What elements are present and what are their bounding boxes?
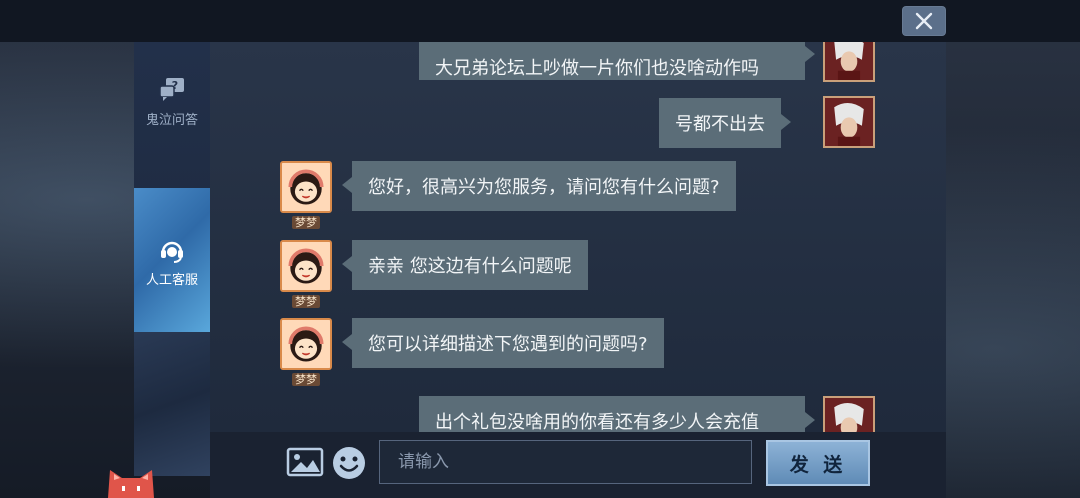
sidebar-item-qa[interactable]: ? 鬼泣问答 [134, 58, 210, 144]
send-button-label: 发 送 [789, 453, 847, 476]
message-input[interactable] [379, 440, 752, 484]
sidebar-item-label: 鬼泣问答 [145, 112, 198, 128]
message-bubble: 您好，很高兴为您服务，请问您有什么问题? [342, 161, 736, 211]
agent-name: 梦梦 [280, 293, 332, 309]
message-text: 您可以详细描述下您遇到的问题吗? [368, 334, 648, 355]
user-avatar [823, 396, 875, 432]
message-bubble: 号都不出去 [659, 98, 791, 148]
image-icon[interactable] [286, 445, 324, 479]
pet-cat-icon[interactable] [104, 466, 158, 498]
message-bubble: 您可以详细描述下您遇到的问题吗? [342, 318, 664, 368]
message-text: 号都不出去 [675, 114, 765, 135]
message-text: 亲亲 您这边有什么问题呢 [368, 256, 572, 277]
message-text: 出个礼包没啥用的你看还有多少人会充值 [435, 412, 759, 432]
send-button[interactable]: 发 送 [766, 440, 870, 486]
headset-icon [161, 241, 183, 263]
sidebar-item-label: 人工客服 [145, 272, 198, 288]
agent-avatar [280, 161, 332, 213]
message-bubble: 出个礼包没啥用的你看还有多少人会充值 [419, 396, 815, 432]
close-icon [915, 12, 933, 30]
agent-avatar [280, 318, 332, 370]
emoji-icon[interactable] [331, 445, 367, 481]
message-text: 大兄弟论坛上吵做一片你们也没啥动作吗 [435, 58, 759, 79]
close-button[interactable] [902, 6, 946, 36]
message-text: 您好，很高兴为您服务，请问您有什么问题? [368, 177, 720, 198]
sidebar-decoration [134, 332, 210, 476]
message-bubble: 亲亲 您这边有什么问题呢 [342, 240, 588, 290]
sidebar-item-support[interactable]: 人工客服 [134, 188, 210, 334]
sidebar: ? 鬼泣问答 人工客服 [134, 42, 211, 476]
agent-name: 梦梦 [280, 371, 332, 387]
user-avatar [823, 96, 875, 148]
chat-history[interactable]: 大兄弟论坛上吵做一片你们也没啥动作吗 号都不出去 梦梦 您好，很高兴为您服务，请… [210, 42, 946, 432]
message-bubble: 大兄弟论坛上吵做一片你们也没啥动作吗 [419, 42, 815, 80]
user-avatar [823, 42, 875, 82]
question-chat-icon: ? [159, 77, 184, 101]
agent-avatar [280, 240, 332, 292]
agent-name: 梦梦 [280, 214, 332, 230]
